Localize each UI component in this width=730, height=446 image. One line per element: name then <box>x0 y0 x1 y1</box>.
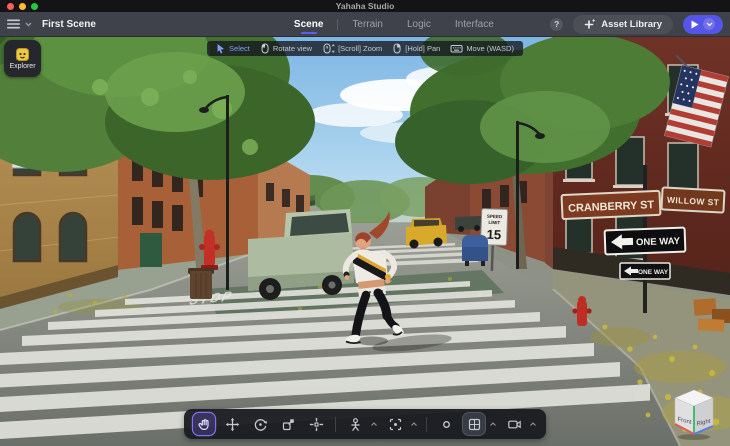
cursor-icon <box>217 44 225 54</box>
chevron-up-icon[interactable] <box>410 421 418 427</box>
tab-terrain[interactable]: Terrain <box>340 12 395 36</box>
control-hints-bar: Select Rotate view [Scroll] Zoom [Hold] … <box>207 41 523 56</box>
explorer-button[interactable]: Explorer <box>4 40 41 77</box>
toolbar-divider <box>426 416 427 432</box>
chevron-up-icon[interactable] <box>489 421 497 427</box>
tab-logic[interactable]: Logic <box>395 12 443 36</box>
camera-view-tool[interactable] <box>503 413 525 435</box>
one-way-sign[interactable]: ONE WAY <box>603 226 687 256</box>
hint-move-wasd: Move (WASD) <box>450 43 514 54</box>
green-door[interactable] <box>140 233 162 267</box>
rotate-icon <box>254 418 267 431</box>
tab-divider <box>337 18 339 30</box>
chevron-down-icon <box>706 22 712 26</box>
focus-tool[interactable] <box>384 413 406 435</box>
snap-tool[interactable] <box>435 413 457 435</box>
chevron-up-icon[interactable] <box>370 421 378 427</box>
transform-icon <box>309 417 323 431</box>
grid-view-tool[interactable] <box>463 413 485 435</box>
question-icon: ? <box>554 19 560 29</box>
hint-rotate-view: Rotate view <box>260 43 312 54</box>
bottom-toolbar <box>184 409 546 439</box>
move-tool[interactable] <box>221 413 243 435</box>
hint-scroll-zoom: [Scroll] Zoom <box>322 43 382 54</box>
chevron-up-icon[interactable] <box>529 421 537 427</box>
play-icon <box>691 20 699 28</box>
window-title: Yahaha Studio <box>335 1 395 11</box>
scale-tool[interactable] <box>277 413 299 435</box>
hand-tool[interactable] <box>193 413 215 435</box>
keyboard-icon <box>450 45 463 53</box>
svg-text:15: 15 <box>486 227 501 242</box>
menubar: First Scene Scene Terrain Logic Interfac… <box>0 12 730 37</box>
plus-sparkle-icon <box>584 18 596 29</box>
snap-dot-icon <box>442 420 450 428</box>
mouse-scroll-icon <box>323 43 335 54</box>
scene-name-label: First Scene <box>42 18 96 30</box>
yellow-taxi[interactable] <box>406 218 447 249</box>
grid-icon <box>468 418 480 430</box>
scene-canvas[interactable]: STOP <box>0 37 730 446</box>
move-icon <box>225 417 239 431</box>
asset-library-button[interactable]: Asset Library <box>573 14 673 34</box>
one-way-sign-small[interactable]: ONE WAY <box>619 262 671 280</box>
mouse-left-icon <box>261 43 269 54</box>
scale-icon <box>282 418 294 430</box>
hamburger-icon[interactable] <box>7 19 20 29</box>
yahaha-studio-window: Yahaha Studio First Scene Scene Terrain … <box>0 0 730 446</box>
tab-interface[interactable]: Interface <box>443 12 506 36</box>
trash-bin[interactable] <box>188 268 214 299</box>
hint-hold-pan: [Hold] Pan <box>392 43 440 54</box>
street-sign-willow[interactable]: WILLOW ST <box>660 186 726 214</box>
svg-text:LIMIT: LIMIT <box>488 220 500 225</box>
street-sign-cranberry[interactable]: CRANBERRY ST <box>560 189 662 220</box>
help-button[interactable]: ? <box>550 17 564 31</box>
hint-select: Select <box>216 43 250 54</box>
play-options-button[interactable] <box>703 18 715 30</box>
svg-text:ONE WAY: ONE WAY <box>638 269 669 276</box>
mouse-right-icon <box>393 43 401 54</box>
svg-text:ONE WAY: ONE WAY <box>636 236 681 249</box>
svg-text:SPEED: SPEED <box>487 214 503 220</box>
camera-icon <box>507 420 521 428</box>
chevron-down-icon[interactable] <box>25 22 32 27</box>
focus-target-icon <box>389 418 401 430</box>
scene-menu[interactable]: First Scene <box>7 19 96 30</box>
viewport-3d[interactable]: STOP <box>0 37 730 446</box>
tab-scene[interactable]: Scene <box>282 12 335 36</box>
mode-tabs: Scene Terrain Logic Interface <box>282 12 506 36</box>
rotate-tool[interactable] <box>249 413 271 435</box>
pose-person-icon <box>350 417 360 431</box>
play-button[interactable] <box>683 14 723 34</box>
view-gizmo-cube[interactable]: Front Right <box>671 387 717 441</box>
hand-icon <box>197 418 209 430</box>
toolbar-divider <box>335 416 336 432</box>
explorer-cube-icon <box>16 48 29 61</box>
titlebar: Yahaha Studio <box>0 0 730 12</box>
pose-tool[interactable] <box>344 413 366 435</box>
explorer-label: Explorer <box>9 63 36 70</box>
transform-tool[interactable] <box>305 413 327 435</box>
